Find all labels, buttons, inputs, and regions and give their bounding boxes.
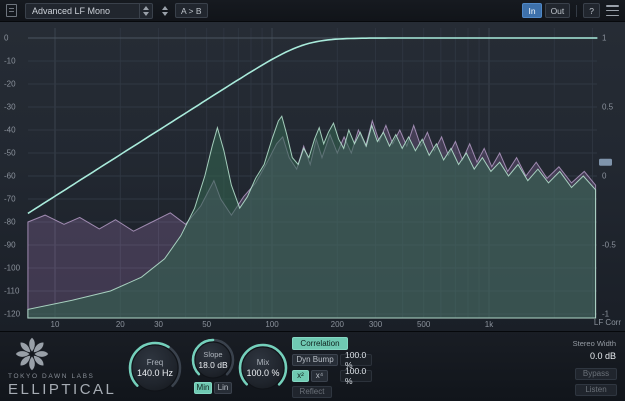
help-button[interactable]: ? (583, 3, 600, 18)
product-name: ELLIPTICAL (8, 381, 138, 398)
preset-stepper[interactable] (139, 4, 152, 18)
db-tick-label: -120 (4, 310, 21, 319)
db-tick-label: -100 (4, 264, 21, 273)
min-phase-button[interactable]: Min (194, 382, 212, 394)
stereo-width-value[interactable]: 0.0 dB (590, 351, 616, 361)
freq-knob[interactable]: Freq 140.0 Hz (128, 341, 182, 395)
freq-tick-label: 1k (485, 320, 494, 329)
spectrum-analyzer-svg[interactable]: 0 -10 -20 -30 -40 -50 -60 -70 -80 -90 -100 -110 -120… (0, 22, 625, 331)
preset-down-icon[interactable] (143, 12, 149, 16)
corr-tick-label: -0.5 (602, 241, 616, 250)
freq-knob-ring (128, 341, 182, 395)
corr-tick-label: 0.5 (602, 103, 614, 112)
freq-tick-label: 50 (202, 320, 211, 329)
step-down-icon[interactable] (162, 12, 168, 16)
x4-button[interactable]: x⁴ (311, 370, 328, 382)
db-tick-label: -110 (4, 287, 20, 296)
control-panel: TOKYO DAWN LABS ELLIPTICAL Freq 140.0 Hz… (0, 331, 625, 401)
correlation-toggle-button[interactable]: Correlation (292, 337, 348, 350)
hamburger-menu-icon[interactable] (606, 5, 619, 16)
ab-compare-button[interactable]: A > B (175, 3, 208, 18)
listen-button[interactable]: Listen (575, 384, 617, 396)
db-tick-label: -90 (4, 241, 16, 250)
slope-knob[interactable]: Slope 18.0 dB (191, 338, 235, 382)
db-tick-label: -10 (4, 57, 16, 66)
corr-tick-label: 1 (602, 34, 607, 43)
out-metering-button[interactable]: Out (545, 3, 571, 18)
option-stack: Correlation Dyn Bump 100.0 % x² x⁴ 100.0… (292, 337, 372, 397)
output-section: Stereo Width 0.0 dB Bypass Listen (565, 336, 617, 398)
freq-tick-label: 100 (265, 320, 279, 329)
mix-knob[interactable]: Mix 100.0 % (238, 343, 288, 393)
mix-knob-ring (238, 343, 288, 393)
tdr-flower-logo (14, 336, 50, 372)
db-tick-label: -50 (4, 149, 16, 158)
freq-tick-label: 200 (331, 320, 345, 329)
dyn-bump-button[interactable]: Dyn Bump (292, 354, 338, 366)
topbar-right-group: In Out ? (522, 3, 619, 18)
db-tick-label: -80 (4, 218, 16, 227)
in-metering-button[interactable]: In (522, 3, 541, 18)
preset-step-buttons[interactable] (159, 3, 171, 19)
db-tick-label: -60 (4, 172, 16, 181)
preset-name: Advanced LF Mono (26, 6, 139, 16)
preset-up-icon[interactable] (143, 6, 149, 10)
corr-meter-marker (599, 159, 612, 166)
db-tick-label: -20 (4, 80, 16, 89)
db-tick-label: 0 (4, 34, 9, 43)
bypass-button[interactable]: Bypass (575, 368, 617, 380)
spectrum-display: 0 -10 -20 -30 -40 -50 -60 -70 -80 -90 -100 -110 -120… (0, 22, 625, 331)
branding: TOKYO DAWN LABS ELLIPTICAL (8, 336, 138, 398)
db-tick-label: -30 (4, 103, 16, 112)
step-up-icon[interactable] (162, 6, 168, 10)
corr-axis-label: LF Corr (594, 318, 621, 327)
x-amount-value[interactable]: 100.0 % (340, 370, 372, 382)
phase-mode-group: Min Lin (194, 382, 232, 394)
preset-selector[interactable]: Advanced LF Mono (25, 3, 153, 19)
db-tick-label: -40 (4, 126, 16, 135)
slope-knob-ring (191, 338, 235, 382)
freq-tick-label: 20 (116, 320, 125, 329)
stereo-width-label: Stereo Width (573, 339, 616, 348)
reflect-button[interactable]: Reflect (292, 386, 332, 398)
company-name: TOKYO DAWN LABS (8, 373, 138, 380)
freq-tick-label: 500 (417, 320, 431, 329)
db-tick-label: -70 (4, 195, 16, 204)
preset-file-icon[interactable] (6, 4, 17, 17)
lin-phase-button[interactable]: Lin (214, 382, 232, 394)
top-bar: Advanced LF Mono A > B In Out ? (0, 0, 625, 22)
freq-tick-label: 10 (51, 320, 60, 329)
topbar-divider (576, 5, 577, 17)
freq-tick-label: 300 (369, 320, 383, 329)
corr-tick-label: 0 (602, 172, 607, 181)
dyn-bump-value[interactable]: 100.0 % (340, 354, 372, 366)
x2-button[interactable]: x² (292, 370, 309, 382)
freq-tick-label: 30 (154, 320, 163, 329)
